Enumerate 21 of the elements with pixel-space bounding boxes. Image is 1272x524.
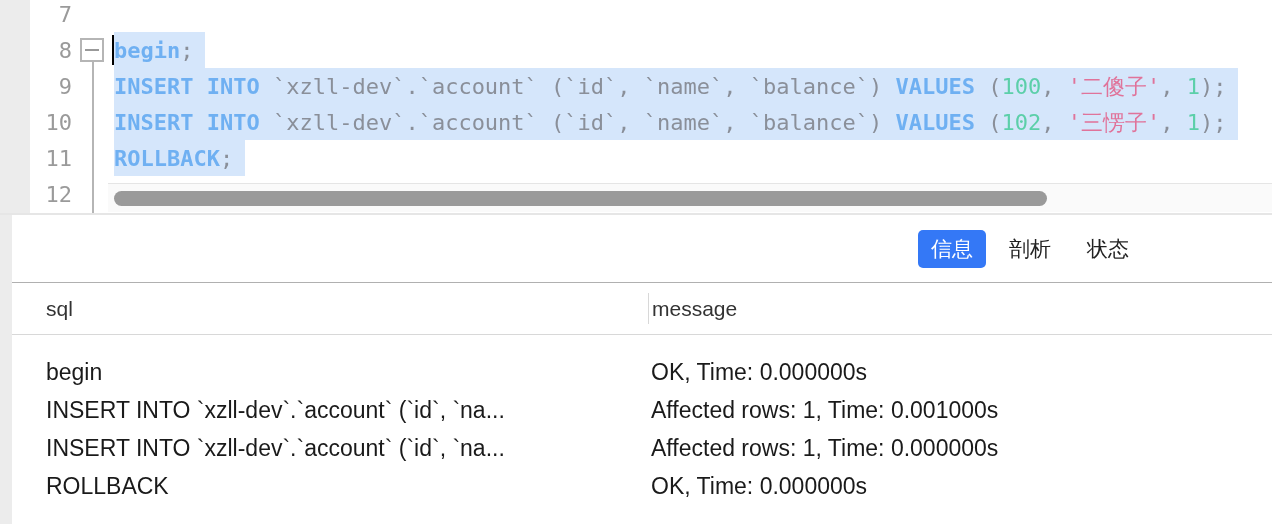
table-cell-text: INSERT INTO `xzll-dev`.`account` (`id`, `na... <box>45 395 506 425</box>
fold-toggle-icon[interactable] <box>80 38 104 62</box>
line-number: 8 <box>57 36 72 65</box>
line-number: 11 <box>44 144 72 173</box>
table-cell-text: ROLLBACK <box>45 471 170 501</box>
column-header: message <box>648 292 738 325</box>
horizontal-scrollbar[interactable] <box>108 183 1272 212</box>
table-cell-text: OK, Time: 0.000000s <box>651 471 868 501</box>
line-number: 12 <box>44 180 72 209</box>
line-number: 9 <box>57 72 72 101</box>
line-number: 10 <box>44 108 72 137</box>
table-cell-text: OK, Time: 0.000000s <box>651 357 868 387</box>
line-number: 7 <box>57 0 72 29</box>
tab[interactable]: 剖析 <box>996 229 1064 268</box>
table-cell-text: begin <box>45 357 104 387</box>
tab[interactable]: 状态 <box>1074 229 1142 268</box>
table-cell-text: Affected rows: 1, Time: 0.000000s <box>651 433 999 463</box>
tab[interactable]: 信息 <box>918 229 986 268</box>
table-cell-text: Affected rows: 1, Time: 0.001000s <box>651 395 999 425</box>
table-cell-text: INSERT INTO `xzll-dev`.`account` (`id`, `na... <box>45 433 506 463</box>
column-header: sql <box>45 295 74 322</box>
